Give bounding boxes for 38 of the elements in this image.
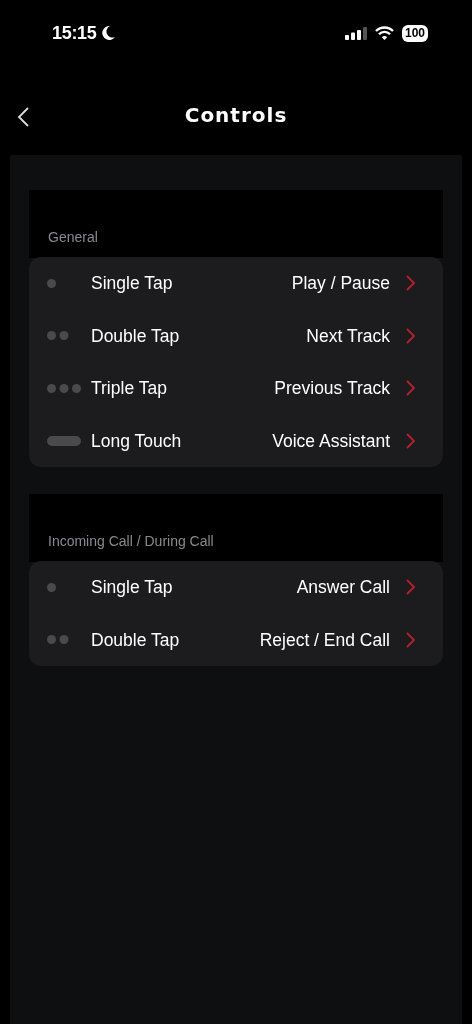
gesture-label: Triple Tap [91, 377, 167, 401]
clock-time: 15:15 [52, 21, 97, 45]
single-dot-icon [47, 582, 56, 592]
gesture-label: Single Tap [91, 272, 173, 296]
gesture-label: Long Touch [91, 429, 182, 453]
action-label: Play / Pause [291, 272, 390, 296]
control-row[interactable]: Triple Tap Previous Track [29, 362, 443, 415]
action-label: Next Track [306, 324, 390, 348]
triple-dot-icon [47, 383, 81, 393]
moon-icon [100, 25, 116, 41]
gesture-label: Double Tap [91, 628, 180, 652]
chevron-icon [406, 327, 415, 344]
chevron-icon [406, 380, 415, 397]
chevron-icon [406, 275, 415, 292]
chevron-icon [406, 579, 415, 596]
double-dot-icon [47, 331, 69, 341]
section-title: General [48, 228, 98, 247]
action-label: Answer Call [296, 576, 390, 600]
long-press-icon [47, 435, 81, 446]
control-row[interactable]: Long Touch Voice Assistant [29, 414, 443, 467]
page-title: Controls [184, 102, 288, 129]
double-dot-icon [47, 635, 69, 645]
signal-icon [344, 26, 367, 40]
section-title: Incoming Call / During Call [48, 532, 214, 551]
control-row[interactable]: Double Tap Next Track [29, 309, 443, 362]
control-row[interactable]: Double Tap Reject / End Call [29, 613, 443, 666]
action-label: Voice Assistant [272, 429, 390, 453]
control-row[interactable]: Single Tap Answer Call [29, 561, 443, 614]
gesture-label: Single Tap [91, 576, 173, 600]
action-label: Previous Track [274, 377, 390, 401]
single-dot-icon [47, 278, 56, 288]
chevron-icon [406, 432, 415, 449]
battery-level: 100 [401, 24, 428, 42]
wifi-icon [374, 26, 394, 40]
chevron-icon [406, 631, 415, 648]
control-row[interactable]: Single Tap Play / Pause [29, 257, 443, 310]
gesture-label: Double Tap [91, 324, 180, 348]
action-label: Reject / End Call [259, 628, 390, 652]
